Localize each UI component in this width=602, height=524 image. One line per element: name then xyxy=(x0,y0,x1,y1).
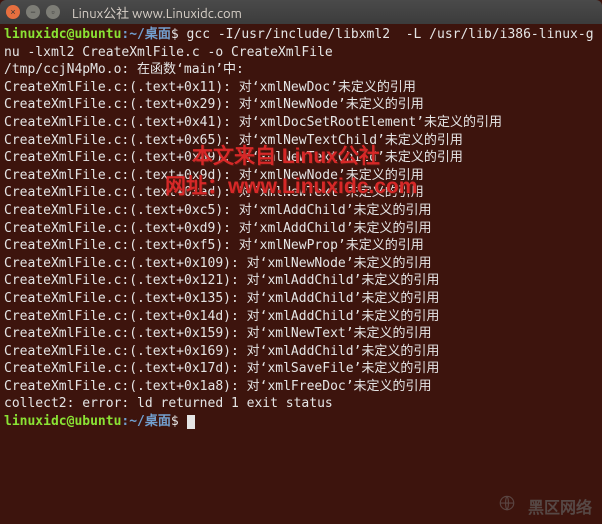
terminal-output-line: /tmp/ccjN4pMo.o: 在函数‘main’中: xyxy=(4,61,598,79)
window-titlebar: × − ▫ Linux公社 www.Linuxidc.com xyxy=(0,0,602,24)
prompt-path-2: ~/桌面 xyxy=(129,414,171,429)
terminal-output-line: CreateXmlFile.c:(.text+0x65): 对‘xmlNewTe… xyxy=(4,132,598,150)
prompt-user-host-2: linuxidc@ubuntu xyxy=(4,414,121,429)
window-maximize-button[interactable]: ▫ xyxy=(46,5,60,19)
terminal-output-line: CreateXmlFile.c:(.text+0x169): 对‘xmlAddC… xyxy=(4,343,598,361)
terminal-output-line: CreateXmlFile.c:(.text+0xc5): 对‘xmlAddCh… xyxy=(4,202,598,220)
prompt-sigil: $ xyxy=(171,27,179,42)
terminal-output-line: CreateXmlFile.c:(.text+0x1a8): 对‘xmlFree… xyxy=(4,378,598,396)
globe-icon xyxy=(498,494,516,512)
terminal-output-line: CreateXmlFile.c:(.text+0x109): 对‘xmlNewN… xyxy=(4,255,598,273)
terminal-area[interactable]: linuxidc@ubuntu:~/桌面$ gcc -I/usr/include… xyxy=(0,24,602,433)
prompt-sigil-2: $ xyxy=(171,414,179,429)
bottom-watermark: 黑区网络 xyxy=(528,494,592,518)
terminal-output-line: CreateXmlFile.c:(.text+0x159): 对‘xmlNewT… xyxy=(4,325,598,343)
terminal-output-line: CreateXmlFile.c:(.text+0xad): 对‘xmlNewTe… xyxy=(4,184,598,202)
terminal-output-line: CreateXmlFile.c:(.text+0x17d): 对‘xmlSave… xyxy=(4,360,598,378)
terminal-output-line: CreateXmlFile.c:(.text+0x29): 对‘xmlNewNo… xyxy=(4,96,598,114)
terminal-output-line: CreateXmlFile.c:(.text+0xf5): 对‘xmlNewPr… xyxy=(4,237,598,255)
terminal-output-line: collect2: error: ld returned 1 exit stat… xyxy=(4,395,598,413)
window-title: Linux公社 www.Linuxidc.com xyxy=(72,3,242,22)
window-close-button[interactable]: × xyxy=(6,5,20,19)
prompt-path: ~/桌面 xyxy=(129,27,171,42)
terminal-output-line: CreateXmlFile.c:(.text+0x89): 对‘xmlNewTe… xyxy=(4,149,598,167)
terminal-output-line: CreateXmlFile.c:(.text+0x9d): 对‘xmlNewNo… xyxy=(4,167,598,185)
terminal-output: /tmp/ccjN4pMo.o: 在函数‘main’中:CreateXmlFil… xyxy=(4,61,598,413)
terminal-cursor xyxy=(187,415,195,429)
terminal-output-line: CreateXmlFile.c:(.text+0x121): 对‘xmlAddC… xyxy=(4,272,598,290)
terminal-output-line: CreateXmlFile.c:(.text+0x14d): 对‘xmlAddC… xyxy=(4,308,598,326)
terminal-output-line: CreateXmlFile.c:(.text+0x11): 对‘xmlNewDo… xyxy=(4,79,598,97)
terminal-output-line: CreateXmlFile.c:(.text+0x135): 对‘xmlAddC… xyxy=(4,290,598,308)
prompt-user-host: linuxidc@ubuntu xyxy=(4,27,121,42)
terminal-output-line: CreateXmlFile.c:(.text+0xd9): 对‘xmlAddCh… xyxy=(4,220,598,238)
terminal-output-line: CreateXmlFile.c:(.text+0x41): 对‘xmlDocSe… xyxy=(4,114,598,132)
window-minimize-button[interactable]: − xyxy=(26,5,40,19)
